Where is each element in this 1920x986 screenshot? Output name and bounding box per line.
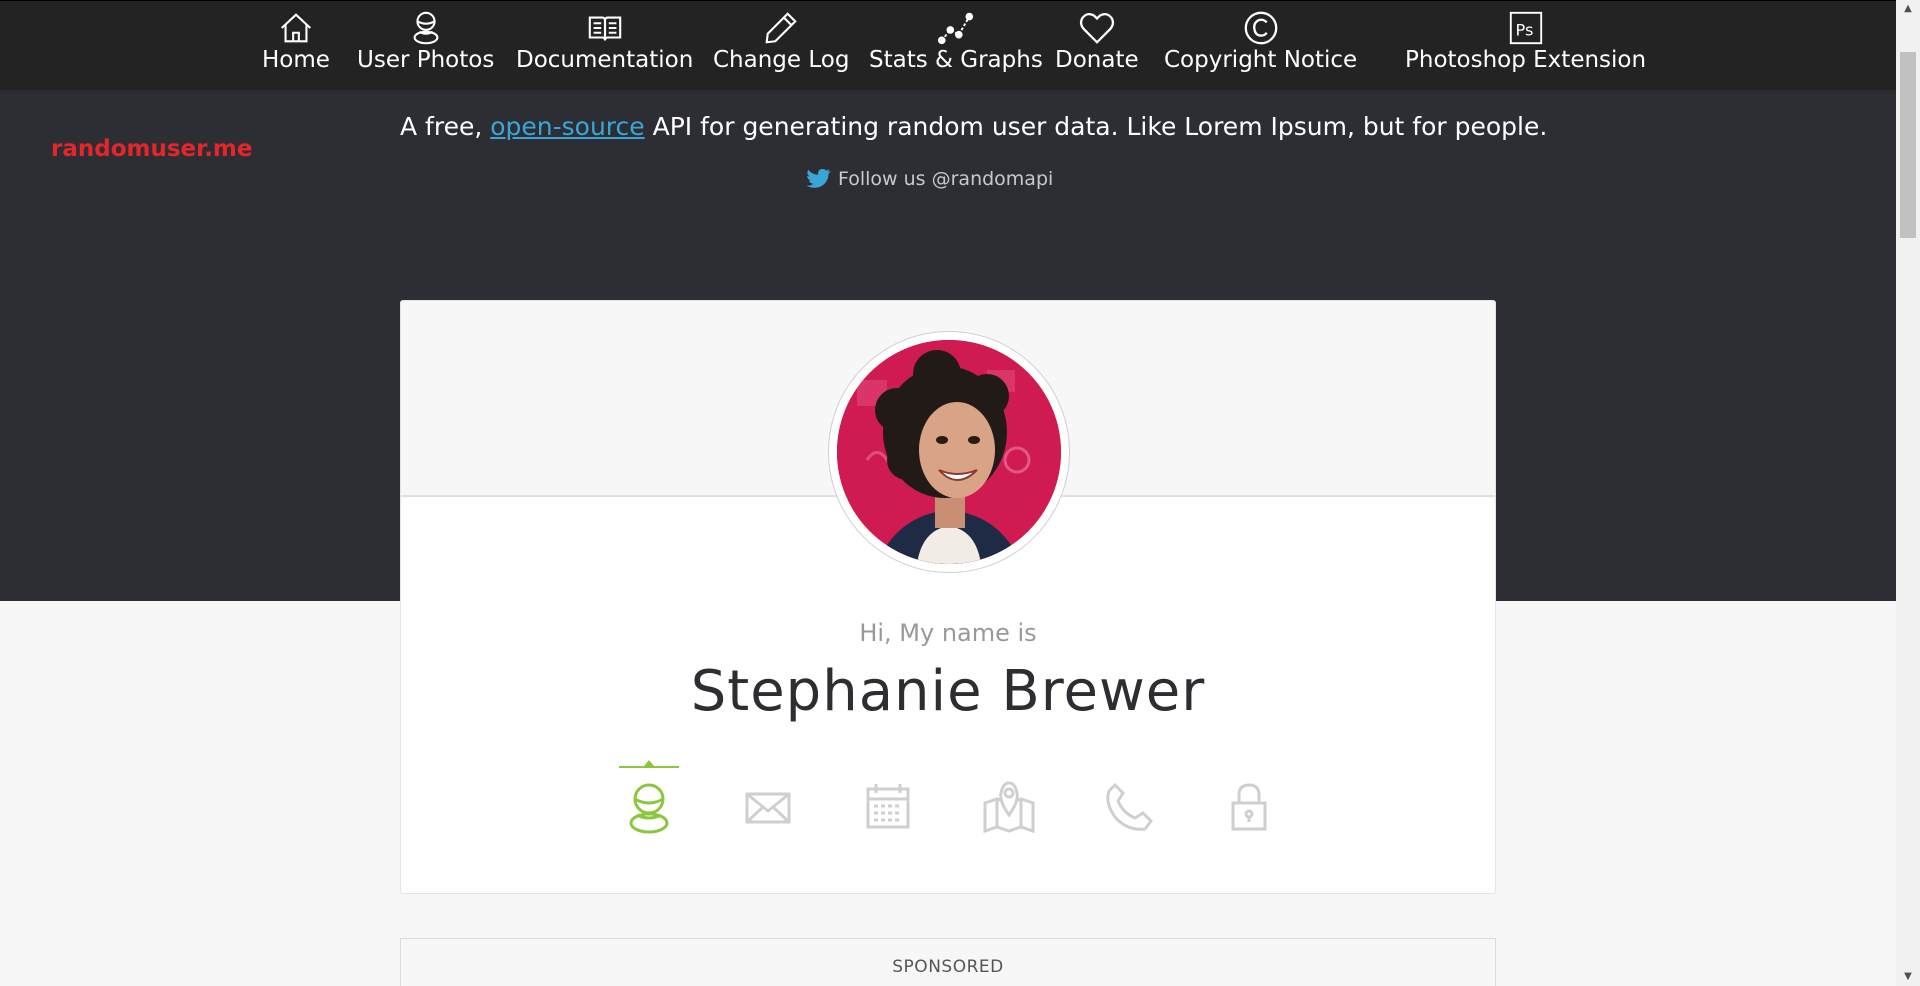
calendar-icon [866, 784, 910, 829]
sponsored-box: SPONSORED [400, 938, 1496, 986]
user-icon [629, 783, 669, 834]
nav-home[interactable]: Home [262, 9, 330, 85]
nav-stats-graphs-label: Stats & Graphs [869, 47, 1043, 73]
user-icon [413, 11, 439, 45]
greeting-label: Hi, My name is [859, 619, 1037, 647]
tagline-pre: A free, [400, 112, 491, 141]
nav-change-log-label: Change Log [713, 47, 850, 73]
follow-text: Follow us @randomapi [838, 168, 1054, 190]
vertical-scrollbar[interactable]: ▲ ▼ [1896, 0, 1920, 986]
scroll-up-arrow[interactable]: ▲ [1896, 0, 1920, 18]
photoshop-icon: Ps [1509, 11, 1542, 45]
tab-email[interactable] [736, 775, 800, 839]
nav-copyright-notice-label: Copyright Notice [1164, 47, 1358, 73]
tagline: A free, open-source API for generating r… [400, 110, 1547, 144]
avatar-photo [837, 340, 1061, 564]
twitter-icon [806, 169, 831, 188]
nav-donate-label: Donate [1055, 47, 1139, 73]
tab-phone[interactable] [1097, 775, 1161, 839]
lock-icon [1231, 783, 1267, 831]
nav-photoshop-extension[interactable]: Ps Photoshop Extension [1405, 9, 1646, 85]
map-icon [983, 781, 1035, 834]
pencil-icon [765, 12, 797, 44]
sponsored-label: SPONSORED [892, 957, 1004, 977]
open-source-link[interactable]: open-source [490, 112, 644, 141]
top-navigation: Home User Photos Documentation Change Lo… [0, 0, 1896, 90]
nav-change-log[interactable]: Change Log [713, 9, 849, 85]
nav-user-photos-label: User Photos [357, 47, 495, 73]
tab-name[interactable] [617, 775, 681, 839]
nav-user-photos[interactable]: User Photos [357, 9, 494, 85]
tab-address[interactable] [977, 775, 1041, 839]
twitter-follow[interactable]: Follow us @randomapi [806, 168, 1053, 190]
copyright-icon [1244, 11, 1277, 45]
user-card: Hi, My name is Stephanie Brewer [400, 300, 1496, 894]
scroll-down-arrow[interactable]: ▼ [1896, 968, 1920, 986]
nav-documentation-label: Documentation [516, 47, 694, 73]
graph-icon [937, 12, 974, 45]
nav-documentation[interactable]: Documentation [516, 9, 693, 85]
nav-donate[interactable]: Donate [1055, 9, 1139, 85]
heart-icon [1079, 12, 1114, 44]
tab-birthday[interactable] [856, 775, 920, 839]
avatar-frame [828, 331, 1070, 573]
brand-logo[interactable]: randomuser.me [51, 136, 253, 162]
envelope-icon [745, 792, 791, 824]
avatar [837, 340, 1061, 564]
svg-text:Ps: Ps [1515, 21, 1533, 40]
user-full-name: Stephanie Brewer [690, 659, 1206, 724]
active-tab-indicator [619, 766, 679, 768]
nav-copyright-notice[interactable]: Copyright Notice [1164, 9, 1357, 85]
book-icon [588, 16, 621, 41]
phone-icon [1106, 782, 1153, 831]
tagline-post: API for generating random user data. Lik… [644, 112, 1548, 141]
nav-stats-graphs[interactable]: Stats & Graphs [869, 9, 1043, 85]
tab-password[interactable] [1217, 775, 1281, 839]
nav-home-label: Home [262, 47, 330, 73]
home-icon [280, 13, 311, 43]
scroll-thumb[interactable] [1900, 52, 1916, 238]
nav-photoshop-extension-label: Photoshop Extension [1405, 47, 1647, 73]
